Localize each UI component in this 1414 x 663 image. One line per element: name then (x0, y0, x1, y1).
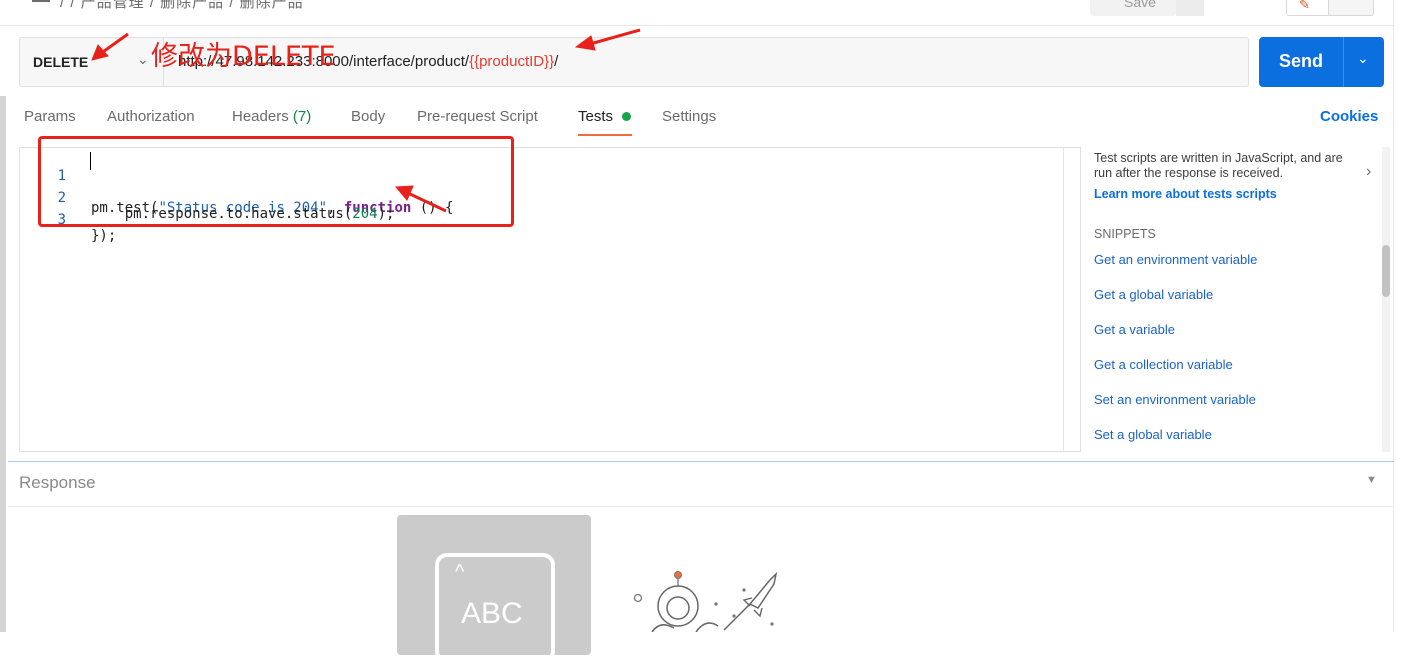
annotation-arrows (91, 28, 641, 213)
